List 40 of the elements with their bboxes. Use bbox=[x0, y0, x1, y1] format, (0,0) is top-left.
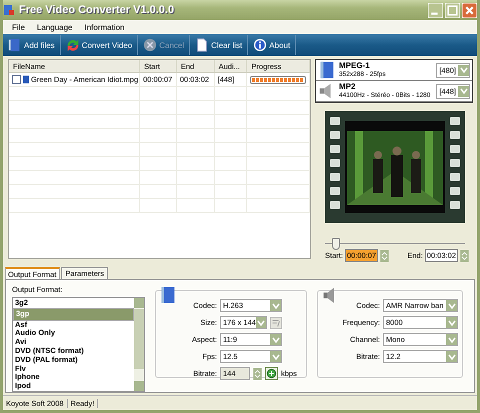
toolbar-button[interactable]: Convert Video bbox=[60, 35, 138, 55]
chevron-icon bbox=[272, 352, 280, 360]
menu-item[interactable]: File bbox=[12, 22, 25, 32]
spin-icon[interactable] bbox=[253, 368, 262, 380]
arrows-icon bbox=[66, 38, 80, 52]
slider-thumb[interactable] bbox=[332, 238, 340, 250]
film-icon bbox=[318, 61, 336, 79]
film-icon bbox=[160, 286, 176, 304]
chevron-icon bbox=[448, 318, 456, 326]
document-icon bbox=[195, 38, 210, 52]
chevron-icon bbox=[448, 302, 456, 310]
file-icon bbox=[23, 75, 29, 84]
app-icon bbox=[3, 4, 15, 16]
add-button[interactable] bbox=[265, 367, 278, 380]
format-name: MPEG-1 bbox=[339, 61, 370, 70]
maximize-button[interactable] bbox=[445, 2, 460, 18]
chevron-icon bbox=[272, 336, 280, 344]
format-name: MP2 bbox=[339, 82, 356, 91]
chevron-icon bbox=[272, 302, 280, 310]
film-icon bbox=[8, 38, 22, 52]
window-title: Free Video Converter V1.0.0.0 bbox=[19, 4, 176, 16]
toolbar-button[interactable]: Add files bbox=[3, 35, 61, 55]
toolbar-button[interactable]: Clear list bbox=[190, 35, 248, 55]
close-button[interactable] bbox=[462, 2, 477, 18]
scrollbar[interactable] bbox=[134, 298, 144, 391]
chevron-icon bbox=[256, 318, 265, 326]
checkbox[interactable] bbox=[12, 75, 21, 84]
chevron-icon bbox=[460, 66, 468, 74]
chevron-icon bbox=[460, 87, 468, 95]
spin-icon[interactable] bbox=[460, 250, 469, 262]
toolbar-button[interactable]: About bbox=[248, 35, 296, 55]
minimize-button[interactable] bbox=[428, 2, 443, 18]
menu-item[interactable]: Language bbox=[36, 22, 72, 32]
edit-button[interactable] bbox=[270, 316, 282, 328]
cancel-icon bbox=[143, 38, 158, 52]
chevron-icon bbox=[448, 336, 456, 344]
spin-icon[interactable] bbox=[380, 250, 390, 262]
info-icon bbox=[253, 38, 268, 52]
menu-item[interactable]: Information bbox=[84, 22, 125, 32]
chevron-icon bbox=[448, 352, 456, 360]
